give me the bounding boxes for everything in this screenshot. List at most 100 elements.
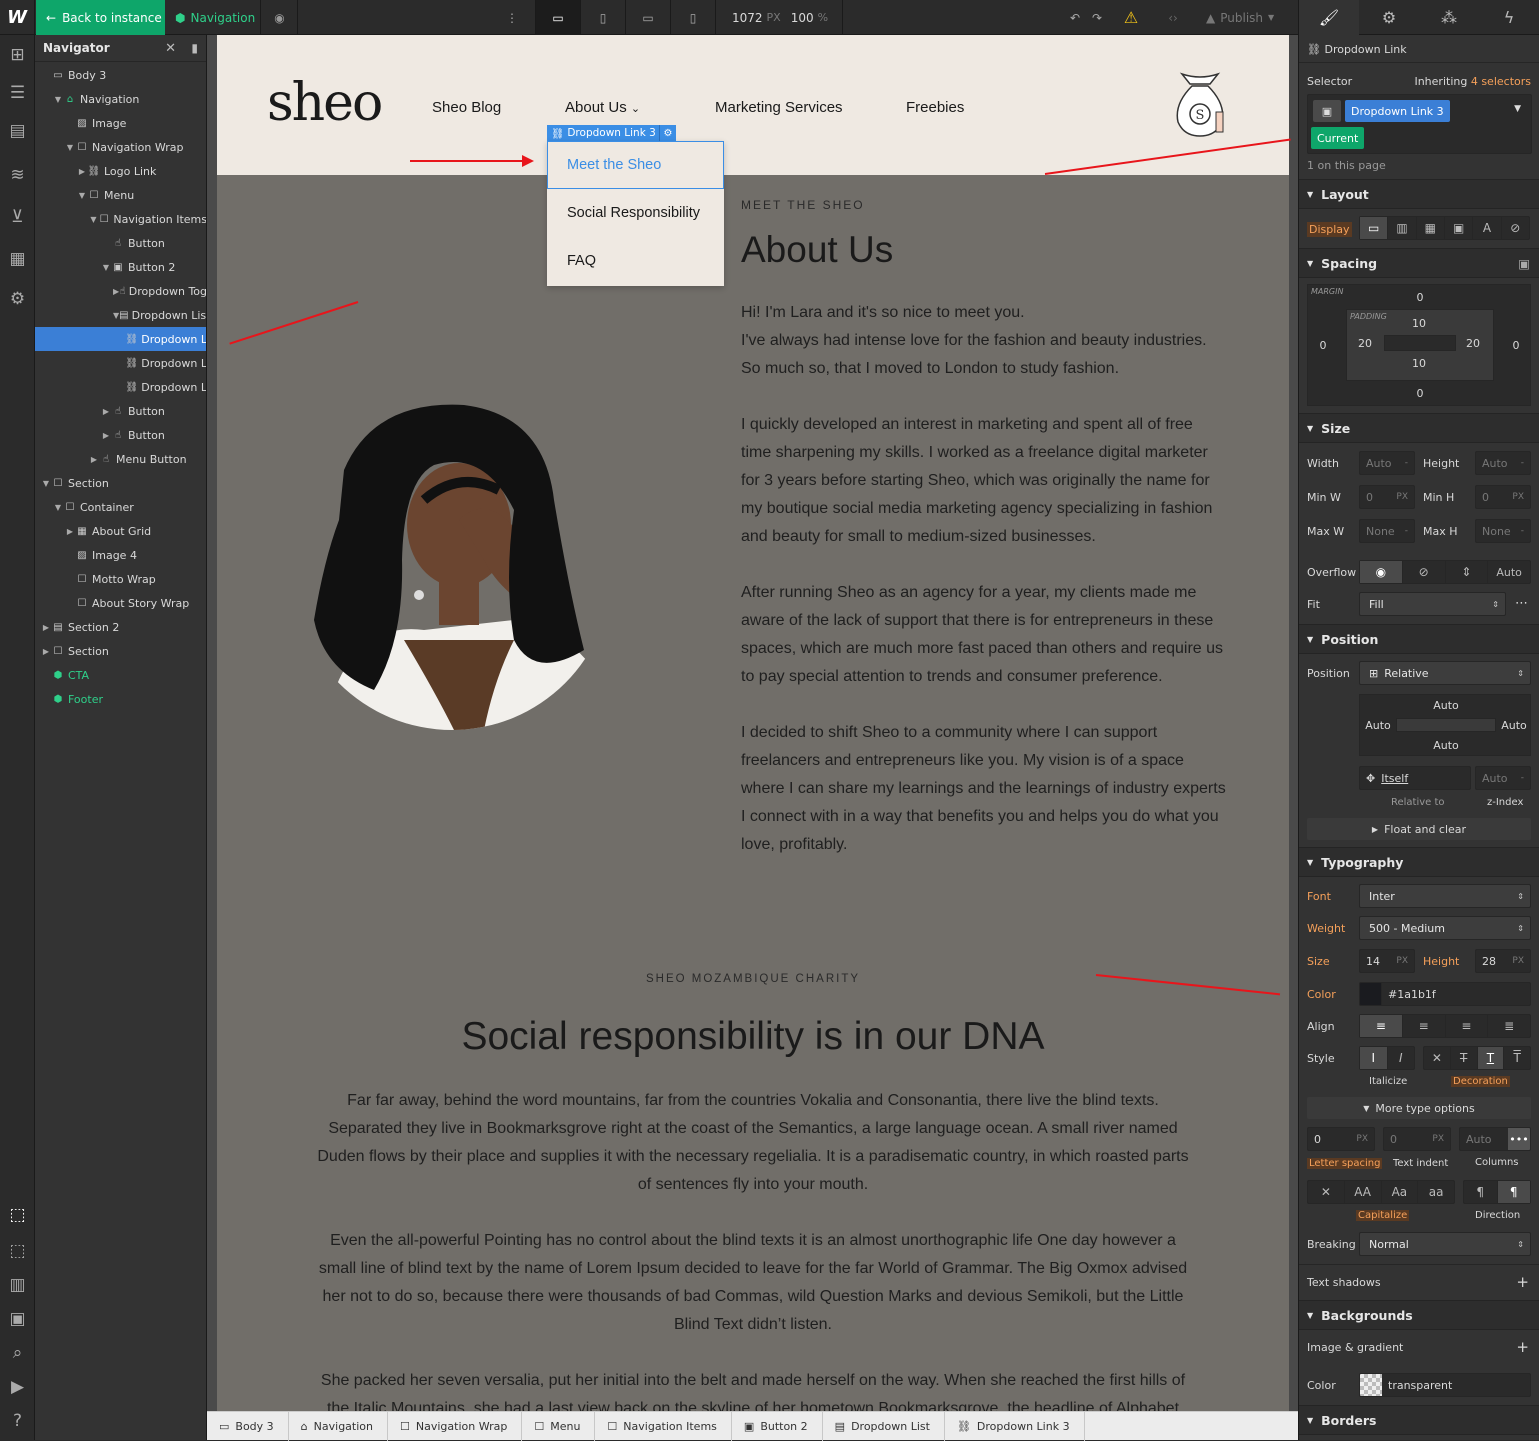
color-swatch[interactable] <box>1360 983 1382 1005</box>
navigator-item[interactable]: ▶ ▤ Section 2 <box>35 615 206 639</box>
margin-left[interactable]: 0 <box>1311 339 1335 352</box>
more-options-icon[interactable]: ⋯ <box>1515 596 1528 611</box>
padding-right[interactable]: 20 <box>1461 337 1485 350</box>
navigator-item[interactable]: ▶ ☐ Section <box>35 639 206 663</box>
style-manager-drops-icon[interactable]: ⁂ <box>1419 0 1479 35</box>
pages-icon[interactable]: ▤ <box>0 113 35 149</box>
dropdown-link-faq[interactable]: FAQ <box>547 237 724 285</box>
navigator-item[interactable]: ▨ Image 4 <box>35 543 206 567</box>
dock-icon[interactable]: ▮ <box>191 41 198 55</box>
display-inline-icon[interactable]: A <box>1473 217 1502 239</box>
search-icon[interactable]: ⌕ <box>0 1335 35 1371</box>
position-right[interactable]: Auto <box>1498 719 1530 732</box>
min-height-input[interactable]: 0 PX <box>1475 485 1531 509</box>
navigator-item[interactable]: ▶ ▦ About Grid <box>35 519 206 543</box>
navigator-item[interactable]: ▼ ⌂ Navigation <box>35 87 206 111</box>
interactions-bolt-icon[interactable]: ϟ <box>1479 0 1539 35</box>
caret-icon[interactable]: ▼ <box>101 263 111 272</box>
navigator-item[interactable]: ☐ About Story Wrap <box>35 591 206 615</box>
navigator-item[interactable]: ▼ ☐ Menu <box>35 183 206 207</box>
webflow-logo[interactable]: W <box>0 0 35 35</box>
element-badge[interactable]: ⛓ Dropdown Link 3 <box>547 125 660 141</box>
position-top[interactable]: Auto <box>1430 699 1462 712</box>
caret-icon[interactable]: ▶ <box>65 527 75 536</box>
caret-icon[interactable]: ▼ <box>65 143 75 152</box>
position-section-header[interactable]: ▼ Position <box>1299 624 1539 654</box>
display-inline-block-icon[interactable]: ▣ <box>1445 217 1474 239</box>
add-panel-icon[interactable]: ⊞ <box>0 37 35 73</box>
margin-top[interactable]: 0 <box>1408 291 1432 304</box>
font-select[interactable]: Inter ⇕ <box>1359 884 1531 908</box>
caret-icon[interactable]: ▶ <box>41 623 51 632</box>
margin-right[interactable]: 0 <box>1504 339 1528 352</box>
caret-icon[interactable]: ▼ <box>41 479 51 488</box>
ecommerce-icon[interactable]: ⊻ <box>0 199 35 235</box>
direction-ltr-icon[interactable]: ¶ <box>1464 1181 1498 1203</box>
navigator-item[interactable]: ▼ ☐ Section <box>35 471 206 495</box>
align-justify-icon[interactable]: ≣ <box>1488 1015 1530 1037</box>
float-and-clear-toggle[interactable]: ▶ Float and clear <box>1307 818 1531 840</box>
max-width-input[interactable]: None - <box>1359 519 1415 543</box>
navigator-item[interactable]: ▶ ☝ Menu Button <box>35 447 206 471</box>
overflow-hidden-icon[interactable]: ⊘ <box>1403 561 1446 583</box>
caret-icon[interactable]: ▶ <box>89 455 99 464</box>
min-width-input[interactable]: 0 PX <box>1359 485 1415 509</box>
size-section-header[interactable]: ▼ Size <box>1299 413 1539 443</box>
navigator-icon[interactable]: ☰ <box>0 75 35 111</box>
breadcrumb-item[interactable]: ▣ Button 2 <box>732 1411 823 1441</box>
navigator-item[interactable]: ⛓ Dropdown L <box>35 375 206 399</box>
help-icon[interactable]: ? <box>0 1403 35 1439</box>
display-none-icon[interactable]: ⊘ <box>1502 217 1529 239</box>
spacing-toggle-icon[interactable]: ▣ <box>1518 256 1530 271</box>
navigator-item[interactable]: ▼ ☐ Navigation Items <box>35 207 206 231</box>
navigator-item[interactable]: ▭ Body 3 <box>35 63 206 87</box>
back-to-instance-button[interactable]: ← Back to instance <box>36 0 165 35</box>
add-text-shadow-plus-icon[interactable]: + <box>1516 1273 1529 1291</box>
menu-marketing-services[interactable]: Marketing Services <box>715 99 843 116</box>
navigator-item[interactable]: ☝ Button <box>35 231 206 255</box>
navigator-item[interactable]: ☐ Motto Wrap <box>35 567 206 591</box>
settings-icon[interactable]: ⚙ <box>0 281 35 317</box>
selector-field[interactable]: ▣ Dropdown Link 3 ▼ Current <box>1307 94 1532 154</box>
padding-top[interactable]: 10 <box>1407 317 1431 330</box>
assets-icon[interactable]: ▦ <box>0 241 35 277</box>
bg-color-input[interactable]: transparent <box>1359 1373 1531 1397</box>
breaking-select[interactable]: Normal ⇕ <box>1359 1232 1531 1256</box>
italic-none-icon[interactable]: I <box>1360 1047 1388 1069</box>
code-icon[interactable]: ‹› <box>1160 0 1186 35</box>
strikethrough-icon[interactable]: T <box>1451 1047 1478 1069</box>
breadcrumb-item[interactable]: ☐ Menu <box>522 1411 596 1441</box>
overflow-scroll-icon[interactable]: ⇕ <box>1446 561 1489 583</box>
lowercase-option[interactable]: aa <box>1418 1181 1454 1203</box>
more-type-options-toggle[interactable]: ▼ More type options <box>1307 1097 1531 1119</box>
overflow-auto-option[interactable]: Auto <box>1488 561 1530 583</box>
overflow-visible-eye-icon[interactable]: ◉ <box>1360 561 1403 583</box>
line-height-input[interactable]: 28 PX <box>1475 949 1531 973</box>
position-select[interactable]: ⊞ Relative ⇕ <box>1359 661 1531 685</box>
display-block-icon[interactable]: ▭ <box>1360 217 1389 239</box>
caret-icon[interactable]: ▶ <box>101 407 111 416</box>
menu-sheo-blog[interactable]: Sheo Blog <box>432 99 501 116</box>
navigator-item[interactable]: ⛓ Dropdown L <box>35 351 206 375</box>
navigator-item[interactable]: ▼ ▤ Dropdown List <box>35 303 206 327</box>
borders-section-header[interactable]: ▼ Borders <box>1299 1405 1539 1435</box>
more-options-icon[interactable]: ••• <box>1508 1128 1530 1150</box>
style-brush-icon[interactable]: 🖌 <box>1299 0 1359 35</box>
breadcrumb-item[interactable]: ▭ Body 3 <box>207 1411 289 1441</box>
select-icon[interactable]: ⬚ <box>0 1197 35 1233</box>
class-token[interactable]: Dropdown Link 3 <box>1345 100 1450 122</box>
component-indicator[interactable]: ⬢ Navigation <box>166 0 261 35</box>
preview-eye-icon[interactable]: ◉ <box>262 0 298 35</box>
more-vertical-icon[interactable]: ⋮ <box>500 0 524 35</box>
breadcrumb-item[interactable]: ▤ Dropdown List <box>823 1411 945 1441</box>
overline-icon[interactable]: T <box>1504 1047 1530 1069</box>
navigator-item[interactable]: ⬢ Footer <box>35 687 206 711</box>
padding-left[interactable]: 20 <box>1353 337 1377 350</box>
navigator-item[interactable]: ▼ ☐ Navigation Wrap <box>35 135 206 159</box>
caret-icon[interactable]: ▶ <box>101 431 111 440</box>
close-icon[interactable]: ✕ <box>165 41 176 56</box>
x-ray-icon[interactable]: ▣ <box>0 1301 35 1337</box>
menu-freebies[interactable]: Freebies <box>906 99 964 116</box>
navigator-item[interactable]: ⬢ CTA <box>35 663 206 687</box>
relative-to-input[interactable]: ✥ Itself <box>1359 766 1471 790</box>
